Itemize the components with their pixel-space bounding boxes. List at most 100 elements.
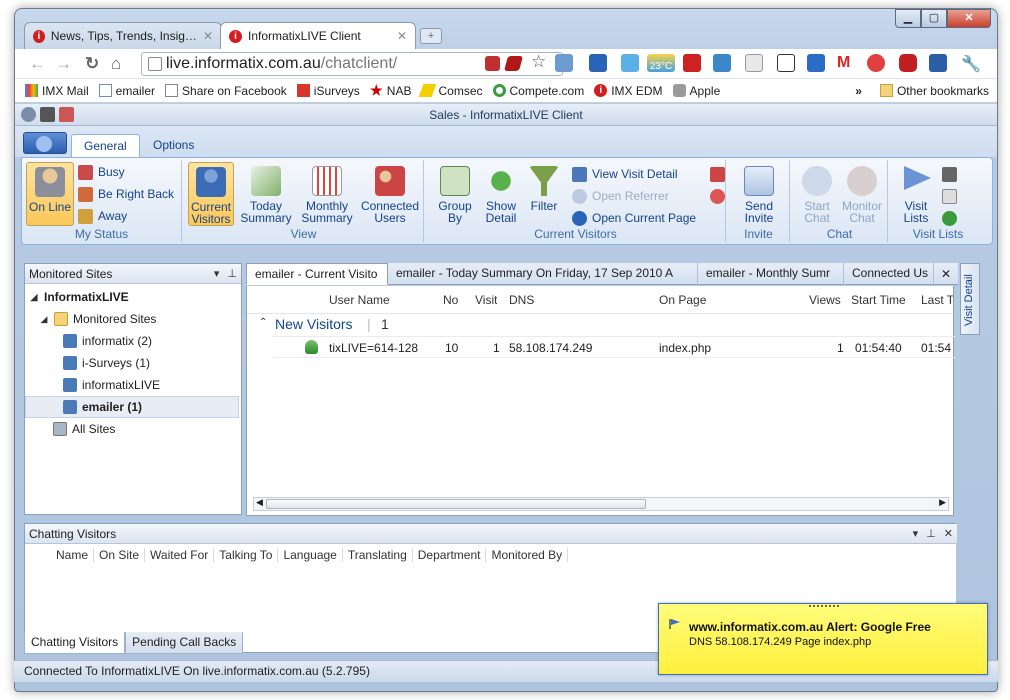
bookmark-item[interactable]: Share on Facebook <box>165 84 287 98</box>
clock-extension-icon[interactable] <box>929 54 947 72</box>
download-extension-icon[interactable] <box>621 54 639 72</box>
alert-popup[interactable]: www.informatix.com.au Alert: Google Free… <box>658 603 988 675</box>
busy-button[interactable]: Busy <box>78 162 125 182</box>
bookmark-item[interactable]: IMX Mail <box>25 84 89 98</box>
app-menu-button[interactable] <box>23 132 67 154</box>
gmail-extension-icon[interactable]: M <box>837 54 855 72</box>
column-header[interactable]: Talking To <box>214 548 279 562</box>
column-header[interactable]: Waited For <box>145 548 215 562</box>
connected-users-button[interactable]: Connected Users <box>360 162 420 226</box>
tree-node-site[interactable]: informatixLIVE <box>25 374 241 396</box>
informatix-extension-icon[interactable] <box>899 54 917 72</box>
tab-close-icon[interactable]: ✕ <box>397 29 407 43</box>
bookmark-item[interactable]: Compete.com <box>492 84 584 98</box>
view-visit-detail-button[interactable]: View Visit Detail <box>572 164 678 184</box>
back-arrow-icon[interactable]: ← <box>29 54 46 74</box>
youtube-extension-icon[interactable] <box>683 54 701 72</box>
column-header[interactable]: Visit <box>475 293 497 307</box>
bookmark-item[interactable]: Comsec <box>419 84 483 98</box>
dropdown-icon[interactable]: ▾ <box>214 267 220 280</box>
tree-node-folder[interactable]: ◢ Monitored Sites <box>25 308 241 330</box>
close-button[interactable]: ✕ <box>947 9 991 28</box>
doc-tab-connected[interactable]: Connected Us <box>844 263 934 285</box>
weather-extension-icon[interactable]: 23°C <box>647 54 675 72</box>
bookmark-item[interactable]: iSurveys <box>296 84 360 98</box>
close-doc-icon[interactable]: ✕ <box>934 263 958 284</box>
tree-node-site[interactable]: i-Surveys (1) <box>25 352 241 374</box>
bookmark-item[interactable]: NAB <box>370 84 411 98</box>
collapse-icon[interactable]: ⌃ <box>259 317 267 328</box>
table-row[interactable]: tixLIVE=614-128 10 1 58.108.174.249 inde… <box>273 336 955 358</box>
screenshot-extension-icon[interactable] <box>555 54 573 72</box>
open-current-page-button[interactable]: Open Current Page <box>572 208 696 228</box>
tab-general[interactable]: General <box>71 134 140 158</box>
scroll-thumb[interactable] <box>266 499 646 509</box>
collapse-icon[interactable]: ◢ <box>29 292 39 303</box>
show-detail-button[interactable]: Show Detail <box>478 162 524 226</box>
tab-options[interactable]: Options <box>141 134 206 158</box>
current-visitors-button[interactable]: Current Visitors <box>188 162 234 226</box>
visit-detail-side-tab[interactable]: Visit Detail <box>960 263 980 335</box>
pin-icon[interactable]: ⊥ <box>926 527 936 540</box>
browser-tab-client[interactable]: i InformatixLIVE Client ✕ <box>220 22 416 49</box>
tree-node-all-sites[interactable]: All Sites <box>25 418 241 440</box>
tab-chatting-visitors[interactable]: Chatting Visitors <box>24 632 126 654</box>
send-invite-button[interactable]: Send Invite <box>734 162 784 226</box>
monthly-summary-button[interactable]: Monthly Summary <box>296 162 358 226</box>
scroll-left-icon[interactable]: ◀ <box>256 497 263 508</box>
reload-icon[interactable]: ↻ <box>85 54 99 74</box>
doc-tab-monthly[interactable]: emailer - Monthly Sumr <box>698 263 844 285</box>
adobe-extension-icon[interactable] <box>485 56 500 71</box>
ie-tab-extension-icon[interactable] <box>745 54 763 72</box>
drag-grip[interactable] <box>809 605 839 608</box>
column-header[interactable]: No <box>443 293 458 307</box>
gear-icon[interactable] <box>21 107 36 122</box>
column-header[interactable]: Name <box>51 548 95 562</box>
bookmark-item[interactable]: emailer <box>98 84 155 98</box>
dropdown-icon[interactable]: ▾ <box>913 527 919 540</box>
tab-pending-call-backs[interactable]: Pending Call Backs <box>125 632 244 654</box>
tree-node-root[interactable]: ◢ InformatixLIVE <box>25 286 241 308</box>
away-button[interactable]: Away <box>78 206 127 226</box>
column-header[interactable]: On Page <box>659 293 706 307</box>
horizontal-scrollbar[interactable]: ◀ ▶ <box>253 497 949 511</box>
bookmark-star-icon[interactable]: ☆ <box>531 52 546 72</box>
column-header[interactable]: User Name <box>329 293 390 307</box>
online-button[interactable]: On Line <box>26 162 74 226</box>
print-list-button[interactable] <box>942 164 957 184</box>
other-bookmarks[interactable]: Other bookmarks <box>879 84 989 98</box>
close-icon[interactable]: ✕ <box>944 527 953 540</box>
seo-extension-icon[interactable] <box>867 54 885 72</box>
collapse-icon[interactable]: ◢ <box>39 314 49 325</box>
monitor-chat-button[interactable]: Monitor Chat <box>838 162 886 226</box>
today-summary-button[interactable]: Today Summary <box>238 162 294 226</box>
doc-tab-today[interactable]: emailer - Today Summary On Friday, 17 Se… <box>388 263 698 285</box>
print-icon[interactable] <box>40 107 55 122</box>
column-header[interactable]: Monitored By <box>486 548 569 562</box>
open-referrer-button[interactable]: Open Referrer <box>572 186 669 206</box>
visit-lists-button[interactable]: Visit Lists <box>894 162 938 226</box>
web-list-button[interactable] <box>942 208 957 228</box>
column-header[interactable]: Department <box>413 548 487 562</box>
tree-node-site[interactable]: informatix (2) <box>25 330 241 352</box>
group-by-button[interactable]: Group By <box>432 162 478 226</box>
scroll-right-icon[interactable]: ▶ <box>939 497 946 508</box>
home-icon[interactable]: ⌂ <box>111 54 121 74</box>
wrench-icon[interactable]: 🔧 <box>961 54 981 73</box>
bookmark-item[interactable]: i IMX EDM <box>594 84 663 98</box>
puzzle-extension-icon[interactable] <box>589 54 607 72</box>
preview-icon[interactable] <box>59 107 74 122</box>
column-header[interactable]: DNS <box>509 293 534 307</box>
tab-close-icon[interactable]: ✕ <box>203 29 213 43</box>
column-header[interactable]: Last T <box>921 293 953 307</box>
be-right-back-button[interactable]: Be Right Back <box>78 184 174 204</box>
doc-tab-current[interactable]: emailer - Current Visito <box>246 263 388 285</box>
block-visitor-button[interactable] <box>710 186 725 206</box>
filter-button[interactable]: Filter <box>522 162 566 226</box>
pin-icon[interactable]: ⊥ <box>227 267 237 280</box>
browser-tab-news[interactable]: i News, Tips, Trends, Insig… ✕ <box>24 22 222 49</box>
column-header[interactable]: Start Time <box>851 293 906 307</box>
bookmark-item[interactable]: Apple <box>672 84 720 98</box>
column-header[interactable]: On Site <box>94 548 146 562</box>
visitor-flag-button[interactable] <box>710 164 725 184</box>
